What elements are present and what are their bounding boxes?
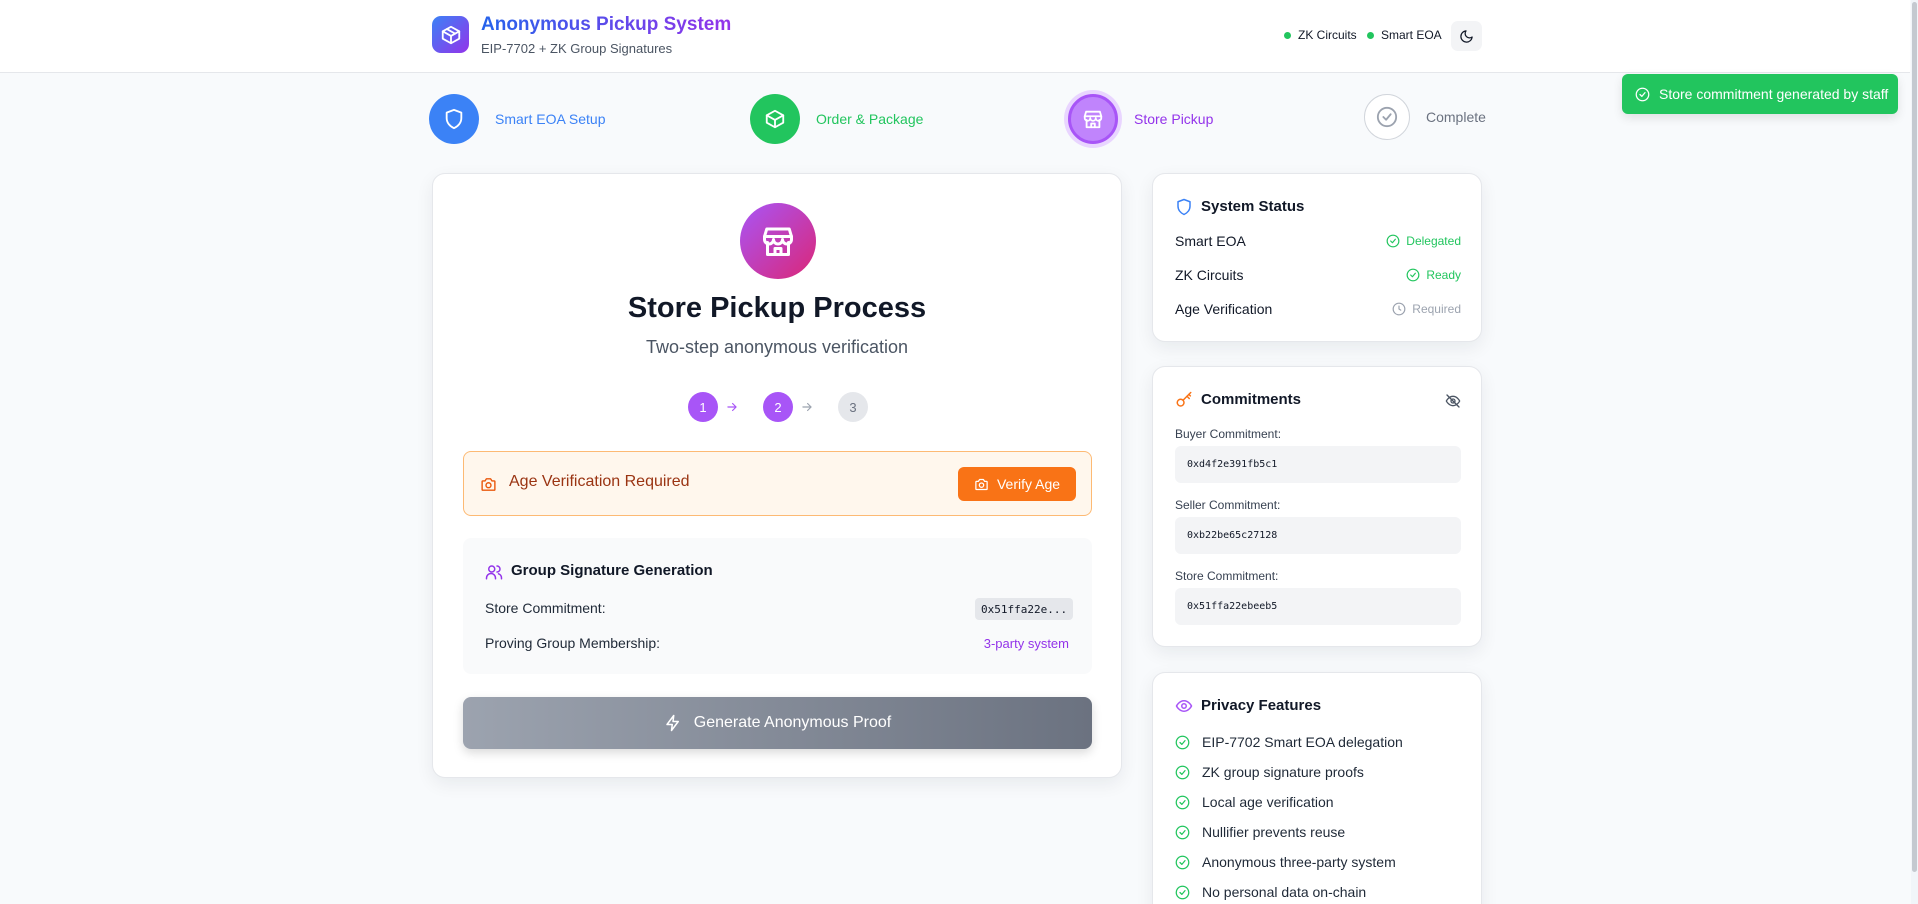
list-item: Anonymous three-party system (1175, 854, 1396, 870)
check-circle-icon (1635, 87, 1650, 101)
seller-commitment-value: 0xb22be65c27128 (1175, 517, 1461, 554)
feature-label: EIP-7702 Smart EOA delegation (1202, 734, 1403, 750)
status-dot-icon (1367, 31, 1374, 39)
shield-icon (429, 94, 479, 144)
store-icon (740, 203, 816, 279)
system-status-card: System Status Smart EOA Delegated ZK Cir… (1152, 173, 1482, 342)
step-order-package[interactable]: Order & Package (750, 94, 923, 144)
step-label: Smart EOA Setup (495, 111, 606, 127)
list-item: EIP-7702 Smart EOA delegation (1175, 734, 1403, 750)
list-item: Nullifier prevents reuse (1175, 824, 1345, 840)
step-store-pickup[interactable]: Store Pickup (1068, 94, 1213, 144)
commitments-card: Commitments Buyer Commitment: 0xd4f2e391… (1152, 366, 1482, 647)
check-circle-icon (1386, 234, 1400, 248)
check-circle-icon (1175, 795, 1190, 809)
status-row-label: Age Verification (1175, 301, 1273, 317)
feature-label: Local age verification (1202, 794, 1334, 810)
zap-icon (666, 714, 679, 732)
check-circle-icon (1175, 855, 1190, 869)
theme-toggle-button[interactable] (1451, 21, 1482, 51)
status-label: ZK Circuits (1298, 28, 1357, 42)
feature-label: No personal data on-chain (1202, 884, 1367, 900)
buyer-commitment-value: 0xd4f2e391fb5c1 (1175, 446, 1461, 483)
age-verification-banner: Age Verification Required Verify Age (463, 451, 1092, 516)
key-icon (1176, 391, 1192, 407)
package-icon (750, 94, 800, 144)
app-title: Anonymous Pickup System (481, 14, 732, 35)
zk-circuits-status: ZK Circuits (1284, 28, 1357, 42)
verify-age-button[interactable]: Verify Age (958, 467, 1076, 501)
feature-label: ZK group signature proofs (1202, 764, 1364, 780)
scrollbar-thumb[interactable] (1912, 2, 1917, 872)
step-label: Store Pickup (1134, 111, 1214, 127)
check-circle-icon (1175, 735, 1190, 749)
buyer-commitment-label: Buyer Commitment: (1175, 427, 1282, 441)
check-circle-icon (1406, 268, 1420, 282)
status-row-age-verification: Age Verification Required (1175, 301, 1461, 317)
group-signature-title: Group Signature Generation (511, 562, 713, 579)
page-subtitle: Two-step anonymous verification (645, 337, 909, 357)
status-row-smart-eoa: Smart EOA Delegated (1175, 233, 1461, 249)
privacy-features-title: Privacy Features (1201, 697, 1322, 714)
store-commitment-value: 0x51ffa22ebeeb5 (1175, 588, 1461, 625)
success-toast: Store commitment generated by staff (1622, 74, 1898, 114)
store-pickup-card: Store Pickup Process Two-step anonymous … (432, 173, 1122, 778)
check-circle-icon (1175, 765, 1190, 779)
check-circle-icon (1175, 825, 1190, 839)
app-header: Anonymous Pickup System EIP-7702 + ZK Gr… (0, 0, 1910, 73)
list-item: ZK group signature proofs (1175, 764, 1364, 780)
status-badge: Required (1412, 302, 1461, 316)
verify-age-label: Verify Age (996, 476, 1061, 492)
membership-value: 3-party system (983, 636, 1069, 651)
mini-step-1: 1 (688, 392, 718, 422)
check-circle-icon (1175, 885, 1190, 899)
clock-icon (1392, 302, 1406, 316)
store-commitment-label: Store Commitment: (485, 600, 606, 616)
status-label: Smart EOA (1381, 28, 1442, 42)
arrow-right-icon (802, 402, 812, 412)
list-item: Local age verification (1175, 794, 1334, 810)
camera-icon (481, 478, 496, 491)
step-label: Complete (1426, 109, 1486, 125)
generate-proof-label: Generate Anonymous Proof (693, 714, 892, 731)
store-commitment-label: Store Commitment: (1175, 569, 1279, 583)
membership-label: Proving Group Membership: (485, 635, 661, 651)
status-row-zk-circuits: ZK Circuits Ready (1175, 267, 1461, 283)
mini-step-3: 3 (838, 392, 868, 422)
status-badge: Delegated (1406, 234, 1461, 248)
moon-icon (1460, 29, 1473, 43)
age-verification-label: Age Verification Required (509, 473, 690, 490)
feature-label: Anonymous three-party system (1202, 854, 1396, 870)
shield-icon (1177, 198, 1191, 216)
check-circle-icon (1364, 94, 1410, 140)
camera-icon (975, 478, 988, 490)
status-badge: Ready (1426, 268, 1461, 282)
status-dot-icon (1284, 31, 1291, 39)
status-row-label: ZK Circuits (1175, 267, 1244, 283)
app-subtitle: EIP-7702 + ZK Group Signatures (481, 41, 673, 56)
group-signature-panel: Group Signature Generation Store Commitm… (463, 538, 1092, 674)
step-smart-eoa-setup[interactable]: Smart EOA Setup (429, 94, 606, 144)
store-commitment-value: 0x51ffa22e... (975, 598, 1074, 620)
feature-label: Nullifier prevents reuse (1202, 824, 1346, 840)
list-item: No personal data on-chain (1175, 884, 1366, 900)
step-complete[interactable]: Complete (1364, 94, 1486, 140)
mini-step-2: 2 (763, 392, 793, 422)
store-icon (1068, 94, 1118, 144)
step-label: Order & Package (816, 111, 924, 127)
arrow-right-icon (727, 402, 737, 412)
page-title: Store Pickup Process (627, 292, 927, 324)
system-status-title: System Status (1201, 198, 1305, 215)
commitments-title: Commitments (1201, 391, 1302, 408)
eye-icon (1175, 700, 1193, 712)
privacy-features-card: Privacy Features EIP-7702 Smart EOA dele… (1152, 672, 1482, 904)
package-logo-icon (432, 16, 469, 53)
users-icon (485, 565, 503, 580)
toast-text: Store commitment generated by staff (1659, 86, 1889, 102)
smart-eoa-status: Smart EOA (1367, 28, 1442, 42)
seller-commitment-label: Seller Commitment: (1175, 498, 1281, 512)
status-row-label: Smart EOA (1175, 233, 1246, 249)
eye-off-icon[interactable] (1445, 393, 1461, 409)
generate-proof-button[interactable]: Generate Anonymous Proof (463, 697, 1092, 749)
